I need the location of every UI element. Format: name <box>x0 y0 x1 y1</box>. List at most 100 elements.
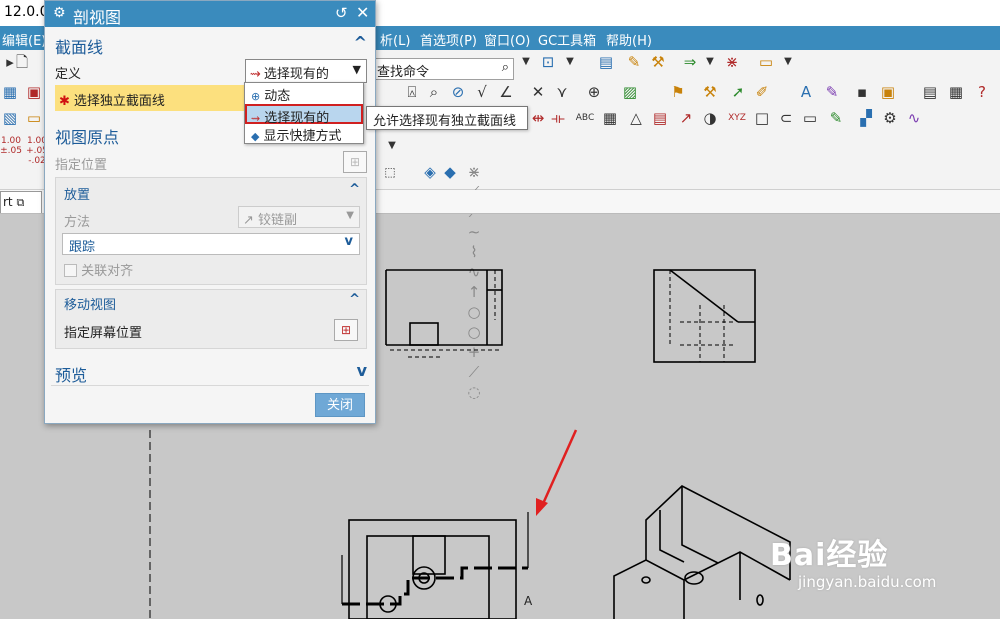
frame-icon[interactable]: □ <box>752 108 772 128</box>
drawing-icon[interactable]: ▣ <box>24 82 44 102</box>
hammer-icon[interactable]: ⚒ <box>700 82 720 102</box>
fit-view-icon[interactable]: ⊡ <box>538 52 558 72</box>
target-icon[interactable]: ◑ <box>700 108 720 128</box>
edit-text-icon[interactable]: ✎ <box>822 82 842 102</box>
select-box-icon[interactable]: ⬚ <box>380 162 400 182</box>
move-view-header[interactable]: 移动视图 ^ <box>56 290 366 314</box>
abc-note-icon[interactable]: ABC <box>572 108 598 128</box>
chevron-up-icon[interactable]: ^ <box>349 292 360 307</box>
menu-analysis[interactable]: 析(L) <box>380 30 410 49</box>
chevron-down-icon[interactable]: ▼ <box>560 52 580 72</box>
chevron-down-icon[interactable]: v <box>345 234 353 249</box>
dropdown-option-show-shortcuts[interactable]: ◆ 显示快捷方式 <box>245 124 363 144</box>
angle-icon[interactable]: ∠ <box>496 82 516 102</box>
chamfer-icon[interactable]: ⟛ <box>548 108 568 128</box>
view-icon[interactable]: ▦ <box>0 82 20 102</box>
method-select[interactable]: ↗ 铰链副 ▼ <box>238 206 360 228</box>
sheet-icon[interactable]: ▭ <box>800 108 820 128</box>
cross-icon[interactable]: ✕ <box>528 82 548 102</box>
tracking-select[interactable]: 跟踪 v <box>62 233 360 255</box>
tolerance-icon[interactable]: 1.00 ±.05 <box>0 136 22 156</box>
dimension-icon[interactable]: ⇹ <box>528 108 548 128</box>
font-icon[interactable]: A <box>796 82 816 102</box>
chevron-down-icon[interactable]: ▼ <box>778 52 798 72</box>
dropdown-option-label: 动态 <box>264 89 291 104</box>
xyz-icon[interactable]: XYZ <box>724 108 750 128</box>
check-icon[interactable]: √ <box>472 82 492 102</box>
dialog-titlebar[interactable]: ⚙ 剖视图 ↺ ✕ <box>45 1 375 27</box>
pen-icon[interactable]: ✎ <box>826 108 846 128</box>
cube-icon[interactable]: ▪ <box>852 82 872 102</box>
dropdown-option-select-existing[interactable]: ⇝ 选择现有的 <box>245 104 363 126</box>
chevron-down-icon[interactable]: ▼ <box>382 136 402 156</box>
dropdown-option-dynamic[interactable]: ⊕ 动态 <box>245 84 363 104</box>
zoom-icon[interactable]: ⌕ <box>424 82 444 102</box>
settings-icon[interactable]: ⚙ <box>880 108 900 128</box>
menu-gc-toolbox[interactable]: GC工具箱 <box>538 30 596 49</box>
placement-header[interactable]: 放置 ^ <box>56 180 366 204</box>
definition-select[interactable]: ⇝ 选择现有的 ▼ <box>245 59 367 83</box>
weld-icon[interactable]: ⚑ <box>668 82 688 102</box>
table-grid-icon[interactable]: ▤ <box>650 108 670 128</box>
solid-icon[interactable]: ◈ <box>420 162 440 182</box>
chevron-up-icon[interactable]: ^ <box>349 182 360 197</box>
cube-select-icon[interactable]: ◆ <box>440 162 460 182</box>
specify-screen-location-button[interactable]: ⊞ <box>334 319 358 341</box>
link-icon: ⧉ <box>16 196 25 209</box>
layer-icon[interactable]: ▤ <box>596 52 616 72</box>
menu-window[interactable]: 窗口(O) <box>484 30 530 49</box>
chevron-down-icon[interactable]: ▼ <box>516 52 536 72</box>
chevron-up-icon[interactable]: ^ <box>354 33 367 52</box>
close-button[interactable]: 关闭 <box>315 393 365 417</box>
app-version: 12.0.0 <box>4 4 49 20</box>
section-line-header[interactable]: 截面线 ^ <box>45 31 375 57</box>
tab-part[interactable]: rt ⧉ <box>0 191 42 213</box>
split-icon[interactable]: ⋎ <box>552 82 572 102</box>
divider <box>51 385 369 386</box>
menu-help[interactable]: 帮助(H) <box>606 30 652 49</box>
menu-edit[interactable]: 编辑(E) <box>2 30 46 49</box>
grid-icon[interactable]: ⋇ <box>722 52 742 72</box>
wave-icon[interactable]: ∿ <box>904 108 924 128</box>
image-icon[interactable]: ▨ <box>620 82 640 102</box>
menu-preferences[interactable]: 首选项(P) <box>420 30 477 49</box>
detail-icon[interactable]: ⊘ <box>448 82 468 102</box>
center-mark-icon[interactable]: ⊕ <box>584 82 604 102</box>
arrow-up-icon[interactable]: ↗ <box>676 108 696 128</box>
preview-header[interactable]: 预览 v <box>45 359 375 385</box>
part-icon[interactable]: ▧ <box>0 108 20 128</box>
chevron-down-icon[interactable]: v <box>357 361 367 380</box>
tool-icon[interactable]: ✐ <box>752 82 772 102</box>
command-search-input[interactable]: 查找命令 ⌕ <box>372 58 514 80</box>
curve-filter-icon[interactable]: ⋇ ⟋ ⟋ ∼ ⌇ ∿ ↑ ○ ○ + ⟋ ◌ <box>464 162 484 401</box>
measure-icon[interactable]: ⚒ <box>648 52 668 72</box>
select-section-line-step[interactable]: ✱ 选择独立截面线 <box>55 85 245 111</box>
arrow-icon[interactable]: ➚ <box>728 82 748 102</box>
box-icon[interactable]: ▣ <box>878 82 898 102</box>
section-label: A <box>524 594 533 608</box>
snap-icon[interactable]: ⇒ <box>680 52 700 72</box>
folder-icon[interactable]: ▭ <box>24 108 44 128</box>
symbol-icon[interactable]: ▞ <box>856 108 876 128</box>
balloon-icon[interactable]: ⊂ <box>776 108 796 128</box>
associative-align-checkbox[interactable] <box>64 264 77 277</box>
chevron-down-icon[interactable]: ▼ <box>353 63 361 76</box>
matrix-icon[interactable]: ▦ <box>600 108 620 128</box>
help-icon[interactable]: ? <box>972 82 992 102</box>
chevron-down-icon[interactable]: ▼ <box>700 52 720 72</box>
specify-location-button[interactable]: ⊞ <box>343 151 367 173</box>
watermark: Bai经验 jingyan.baidu.com <box>770 528 990 608</box>
chevron-down-icon[interactable]: ▼ <box>346 210 354 221</box>
triangle-icon[interactable]: △ <box>626 108 646 128</box>
ruler-icon[interactable]: ▭ <box>756 52 776 72</box>
table-icon[interactable]: ▤ <box>920 82 940 102</box>
reset-icon[interactable]: ↺ <box>335 4 348 22</box>
gear-icon[interactable]: ⚙ <box>53 5 66 21</box>
search-icon[interactable]: ⌕ <box>502 60 509 75</box>
associative-align-row[interactable]: 关联对齐 <box>64 260 133 279</box>
close-icon[interactable]: ✕ <box>356 3 369 22</box>
paint-icon[interactable]: ✎ <box>624 52 644 72</box>
datum-icon[interactable]: ⍓ <box>402 82 422 102</box>
list-icon[interactable]: ▦ <box>946 82 966 102</box>
new-file-icon[interactable]: 🗋 <box>12 52 32 72</box>
